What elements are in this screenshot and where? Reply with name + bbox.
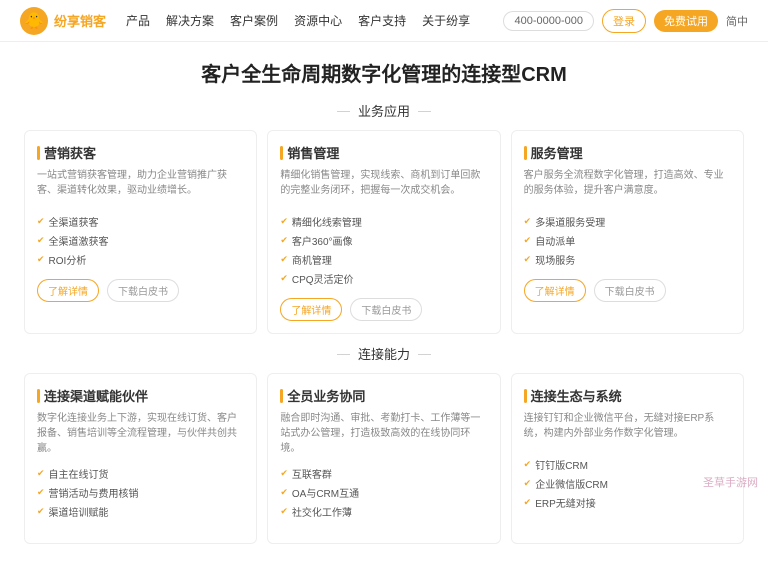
- feature-item: 渠道培训赋能: [37, 502, 244, 521]
- card-desc-0: 数字化连接业务上下游，实现在线订货、客户报备、销售培训等全流程管理，与伙伴共创共…: [37, 411, 244, 456]
- nav-support[interactable]: 客户支持: [358, 12, 406, 29]
- card-desc-2: 客户服务全流程数字化管理，打造高效、专业的服务体验，提升客户满意度。: [524, 168, 731, 204]
- section2-label: 连接能力: [24, 344, 744, 363]
- title-bar-icon: [37, 389, 40, 403]
- feature-item: 商机管理: [280, 250, 487, 269]
- feature-item: 营销活动与费用核销: [37, 483, 244, 502]
- feature-item: 企业微信版CRM: [524, 474, 731, 493]
- page-title: 客户全生命周期数字化管理的连接型CRM: [24, 58, 744, 87]
- card-title-2: 连接生态与系统: [524, 386, 731, 405]
- whitepaper-button[interactable]: 下载白皮书: [594, 279, 666, 302]
- card-0: 连接渠道赋能伙伴数字化连接业务上下游，实现在线订货、客户报备、销售培训等全流程管…: [24, 373, 257, 544]
- card-actions-2: 了解详情下载白皮书: [524, 279, 731, 302]
- phone-button[interactable]: 400-0000-000: [503, 11, 594, 31]
- feature-item: 钉钉版CRM: [524, 455, 731, 474]
- feature-item: 互联客群: [280, 464, 487, 483]
- feature-item: OA与CRM互通: [280, 483, 487, 502]
- card-actions-1: 了解详情下载白皮书: [280, 298, 487, 321]
- feature-item: 客户360°画像: [280, 231, 487, 250]
- card-0: 营销获客一站式营销获客管理，助力企业营销推广获客、渠道转化效果，驱动业绩增长。全…: [24, 130, 257, 334]
- title-bar-icon: [524, 389, 527, 403]
- card-features-2: 钉钉版CRM企业微信版CRMERP无缝对接: [524, 455, 731, 512]
- detail-button[interactable]: 了解详情: [280, 298, 342, 321]
- feature-item: 精细化线索管理: [280, 212, 487, 231]
- header-actions: 400-0000-000 登录 免费试用 简中: [503, 9, 748, 33]
- login-button[interactable]: 登录: [602, 9, 646, 33]
- whitepaper-button[interactable]: 下载白皮书: [107, 279, 179, 302]
- card-title-1: 全员业务协同: [280, 386, 487, 405]
- card-2: 服务管理客户服务全流程数字化管理，打造高效、专业的服务体验，提升客户满意度。多渠…: [511, 130, 744, 334]
- card-features-2: 多渠道服务受理自动派单现场服务: [524, 212, 731, 269]
- card-desc-0: 一站式营销获客管理，助力企业营销推广获客、渠道转化效果，驱动业绩增长。: [37, 168, 244, 204]
- watermark: 圣草手游网: [703, 474, 758, 490]
- section2-cards: 连接渠道赋能伙伴数字化连接业务上下游，实现在线订货、客户报备、销售培训等全流程管…: [24, 373, 744, 544]
- card-title-2: 服务管理: [524, 143, 731, 162]
- feature-item: 多渠道服务受理: [524, 212, 731, 231]
- card-2: 连接生态与系统连接钉钉和企业微信平台，无缝对接ERP系统，构建内外部业务作数字化…: [511, 373, 744, 544]
- whitepaper-button[interactable]: 下载白皮书: [350, 298, 422, 321]
- title-bar-icon: [280, 389, 283, 403]
- card-desc-2: 连接钉钉和企业微信平台，无缝对接ERP系统，构建内外部业务作数字化管理。: [524, 411, 731, 447]
- logo-text: 纷享销客: [54, 11, 106, 30]
- card-desc-1: 融合即时沟通、审批、考勤打卡、工作薄等一站式办公管理，打造极致高效的在线协同环境…: [280, 411, 487, 456]
- logo-area: 🐥 纷享销客: [20, 7, 106, 35]
- feature-item: 自动派单: [524, 231, 731, 250]
- feature-item: 社交化工作薄: [280, 502, 487, 521]
- language-selector[interactable]: 简中: [726, 13, 748, 29]
- section1-cards: 营销获客一站式营销获客管理，助力企业营销推广获客、渠道转化效果，驱动业绩增长。全…: [24, 130, 744, 334]
- detail-button[interactable]: 了解详情: [524, 279, 586, 302]
- feature-item: 自主在线订货: [37, 464, 244, 483]
- card-features-0: 全渠道获客全渠道激获客ROI分析: [37, 212, 244, 269]
- nav-resources[interactable]: 资源中心: [294, 12, 342, 29]
- logo-icon: 🐥: [20, 7, 48, 35]
- title-bar-icon: [524, 146, 527, 160]
- card-title-1: 销售管理: [280, 143, 487, 162]
- trial-button[interactable]: 免费试用: [654, 10, 718, 32]
- card-1: 销售管理精细化销售管理，实现线索、商机到订单回款的完整业务闭环，把握每一次成交机…: [267, 130, 500, 334]
- nav-about[interactable]: 关于纷享: [422, 12, 470, 29]
- nav-cases[interactable]: 客户案例: [230, 12, 278, 29]
- card-actions-0: 了解详情下载白皮书: [37, 279, 244, 302]
- section1-label: 业务应用: [24, 101, 744, 120]
- detail-button[interactable]: 了解详情: [37, 279, 99, 302]
- feature-item: ERP无缝对接: [524, 493, 731, 512]
- main-nav: 产品 解决方案 客户案例 资源中心 客户支持 关于纷享: [126, 12, 503, 29]
- card-features-0: 自主在线订货营销活动与费用核销渠道培训赋能: [37, 464, 244, 521]
- nav-product[interactable]: 产品: [126, 12, 150, 29]
- card-features-1: 互联客群OA与CRM互通社交化工作薄: [280, 464, 487, 521]
- feature-item: CPQ灵活定价: [280, 269, 487, 288]
- feature-item: 全渠道获客: [37, 212, 244, 231]
- header: 🐥 纷享销客 产品 解决方案 客户案例 资源中心 客户支持 关于纷享 400-0…: [0, 0, 768, 42]
- feature-item: 全渠道激获客: [37, 231, 244, 250]
- feature-item: ROI分析: [37, 250, 244, 269]
- card-title-0: 营销获客: [37, 143, 244, 162]
- card-desc-1: 精细化销售管理，实现线索、商机到订单回款的完整业务闭环，把握每一次成交机会。: [280, 168, 487, 204]
- title-bar-icon: [37, 146, 40, 160]
- card-title-0: 连接渠道赋能伙伴: [37, 386, 244, 405]
- card-features-1: 精细化线索管理客户360°画像商机管理CPQ灵活定价: [280, 212, 487, 288]
- main-content: 客户全生命周期数字化管理的连接型CRM 业务应用 营销获客一站式营销获客管理，助…: [0, 42, 768, 564]
- title-bar-icon: [280, 146, 283, 160]
- card-1: 全员业务协同融合即时沟通、审批、考勤打卡、工作薄等一站式办公管理，打造极致高效的…: [267, 373, 500, 544]
- nav-solution[interactable]: 解决方案: [166, 12, 214, 29]
- feature-item: 现场服务: [524, 250, 731, 269]
